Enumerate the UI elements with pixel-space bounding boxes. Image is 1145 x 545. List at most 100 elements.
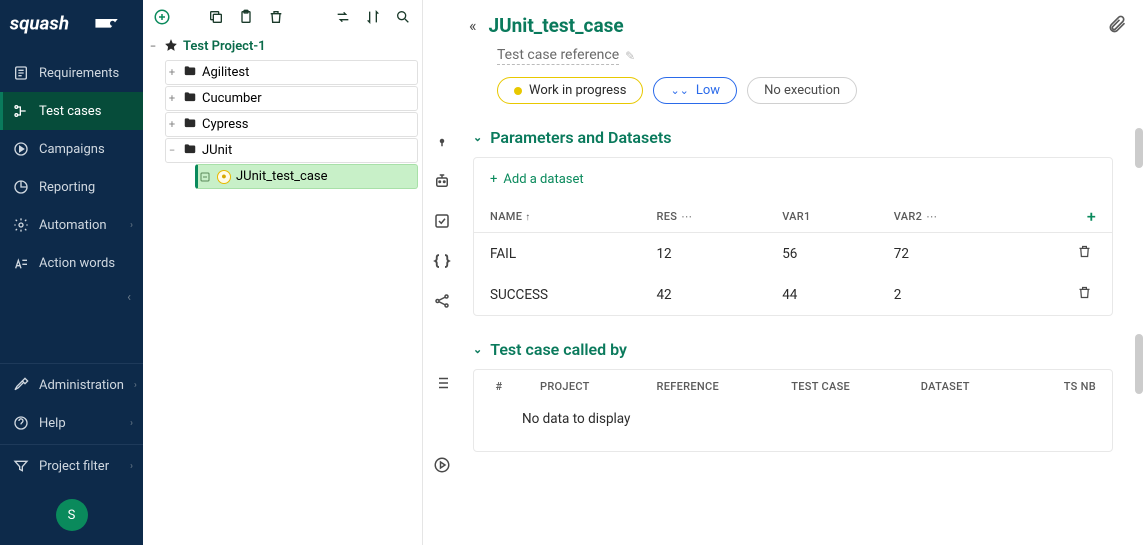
delete-row-button[interactable]: [1077, 244, 1092, 259]
tree-folder[interactable]: + Cucumber: [165, 86, 418, 111]
expand-icon[interactable]: +: [166, 92, 178, 105]
chevron-down-icon: ⌄: [473, 131, 482, 144]
main-header: « JUnit_test_case: [469, 14, 1117, 37]
nav-label: Requirements: [39, 66, 133, 81]
paste-icon[interactable]: [237, 8, 255, 26]
col-num[interactable]: #: [474, 370, 524, 403]
chevron-right-icon: ›: [130, 461, 133, 472]
nav-project-filter[interactable]: Project filter ›: [0, 447, 143, 485]
tree-panel: − Test Project-1 + Agilitest + Cucumber …: [143, 0, 423, 545]
tree-folder[interactable]: + Cypress: [165, 112, 418, 137]
scrollbar[interactable]: [1135, 334, 1143, 394]
action-words-icon: [13, 255, 29, 271]
nav-test-cases[interactable]: Test cases: [0, 92, 143, 130]
page-title: JUnit_test_case: [489, 14, 624, 37]
col-var1[interactable]: VAR1: [766, 201, 878, 233]
folder-icon: [183, 142, 197, 160]
nav-label: Action words: [39, 256, 133, 271]
admin-icon: [13, 377, 29, 393]
folder-icon: [183, 90, 197, 108]
search-icon[interactable]: [394, 8, 412, 26]
back-button[interactable]: «: [469, 16, 477, 35]
add-column-button[interactable]: +: [1018, 201, 1112, 233]
tree-folder[interactable]: − JUnit: [165, 138, 418, 163]
nav-reporting[interactable]: Reporting: [0, 168, 143, 206]
col-res[interactable]: RES⋯: [640, 201, 766, 233]
campaigns-icon: [13, 141, 29, 157]
share-icon[interactable]: [431, 290, 453, 312]
nav-label: Administration: [39, 378, 124, 393]
importance-pill[interactable]: ⌄⌄Low: [653, 77, 737, 104]
test-cases-icon: [13, 103, 29, 119]
tree-testcase-selected[interactable]: ● JUnit_test_case: [195, 164, 418, 189]
tree-folder[interactable]: + Agilitest: [165, 60, 418, 85]
nav-action-words[interactable]: Action words: [0, 244, 143, 282]
col-var2[interactable]: VAR2⋯: [878, 201, 1018, 233]
user-avatar[interactable]: S: [56, 499, 88, 531]
testcase-label: JUnit_test_case: [236, 169, 328, 184]
nav-label: Automation: [39, 218, 120, 233]
copy-icon[interactable]: [207, 8, 225, 26]
star-icon: [164, 38, 178, 56]
nav-requirements[interactable]: Requirements: [0, 54, 143, 92]
scrollbar[interactable]: [1135, 128, 1143, 168]
chevron-right-icon: ›: [130, 220, 133, 231]
status-pill[interactable]: Work in progress: [497, 77, 643, 104]
checklist-icon[interactable]: [431, 210, 453, 232]
col-tsnb[interactable]: TS NB: [1020, 370, 1112, 403]
section-parameters: ⌄ Parameters and Datasets + Add a datase…: [473, 128, 1113, 316]
delete-row-button[interactable]: [1077, 285, 1092, 300]
attachment-icon[interactable]: [1107, 14, 1127, 38]
nav-administration[interactable]: Administration ›: [0, 366, 143, 404]
table-row[interactable]: FAIL 12 56 72: [474, 233, 1112, 275]
no-data-label: No data to display: [474, 403, 1112, 451]
play-icon[interactable]: [431, 454, 453, 476]
list-icon[interactable]: [431, 372, 453, 394]
sort-icon[interactable]: [364, 8, 382, 26]
col-testcase[interactable]: TEST CASE: [775, 370, 905, 403]
folder-label: Agilitest: [202, 65, 249, 80]
more-icon[interactable]: ⋯: [681, 210, 692, 223]
execution-pill[interactable]: No execution: [747, 77, 857, 104]
called-by-panel: # PROJECT REFERENCE TEST CASE DATASET TS…: [473, 369, 1113, 452]
nav-automation[interactable]: Automation ›: [0, 206, 143, 244]
expand-icon[interactable]: +: [166, 66, 178, 79]
nav-label: Reporting: [39, 180, 133, 195]
requirements-icon: [13, 65, 29, 81]
add-icon[interactable]: [153, 8, 171, 26]
collapse-icon[interactable]: −: [147, 40, 159, 53]
table-row[interactable]: SUCCESS 42 44 2: [474, 274, 1112, 315]
folder-label: JUnit: [202, 143, 232, 158]
add-dataset-button[interactable]: + Add a dataset: [474, 158, 1112, 201]
section-header[interactable]: ⌄ Test case called by: [473, 340, 1113, 359]
section-header[interactable]: ⌄ Parameters and Datasets: [473, 128, 1113, 147]
delete-icon[interactable]: [267, 8, 285, 26]
reporting-icon: [13, 179, 29, 195]
swap-icon[interactable]: [334, 8, 352, 26]
sort-asc-icon: ↑: [525, 212, 530, 223]
datasets-panel: + Add a dataset NAME ↑ RES⋯ VAR1 VAR2⋯ +…: [473, 157, 1113, 316]
nav-label: Project filter: [39, 459, 120, 474]
datasets-table: NAME ↑ RES⋯ VAR1 VAR2⋯ + FAIL 12 56 72: [474, 201, 1112, 315]
expand-icon[interactable]: +: [166, 118, 178, 131]
collapse-sidebar[interactable]: ‹: [0, 282, 143, 313]
called-by-table: # PROJECT REFERENCE TEST CASE DATASET TS…: [474, 370, 1112, 403]
info-icon[interactable]: [431, 130, 453, 152]
collapse-icon[interactable]: −: [166, 144, 178, 157]
edit-icon: ✎: [625, 49, 635, 63]
folder-label: Cucumber: [202, 91, 262, 106]
nav-label: Help: [39, 416, 120, 431]
col-reference[interactable]: REFERENCE: [641, 370, 776, 403]
braces-icon[interactable]: [431, 250, 453, 272]
col-name[interactable]: NAME ↑: [474, 201, 640, 233]
more-icon[interactable]: ⋯: [926, 210, 937, 223]
tree-project[interactable]: − Test Project-1: [147, 34, 418, 59]
nav-campaigns[interactable]: Campaigns: [0, 130, 143, 168]
folder-icon: [183, 64, 197, 82]
nav-help[interactable]: Help ›: [0, 404, 143, 442]
folder-label: Cypress: [202, 117, 249, 132]
reference-row[interactable]: Test case reference ✎: [497, 47, 1117, 65]
col-dataset[interactable]: DATASET: [905, 370, 1021, 403]
col-project[interactable]: PROJECT: [524, 370, 641, 403]
robot-icon[interactable]: [431, 170, 453, 192]
